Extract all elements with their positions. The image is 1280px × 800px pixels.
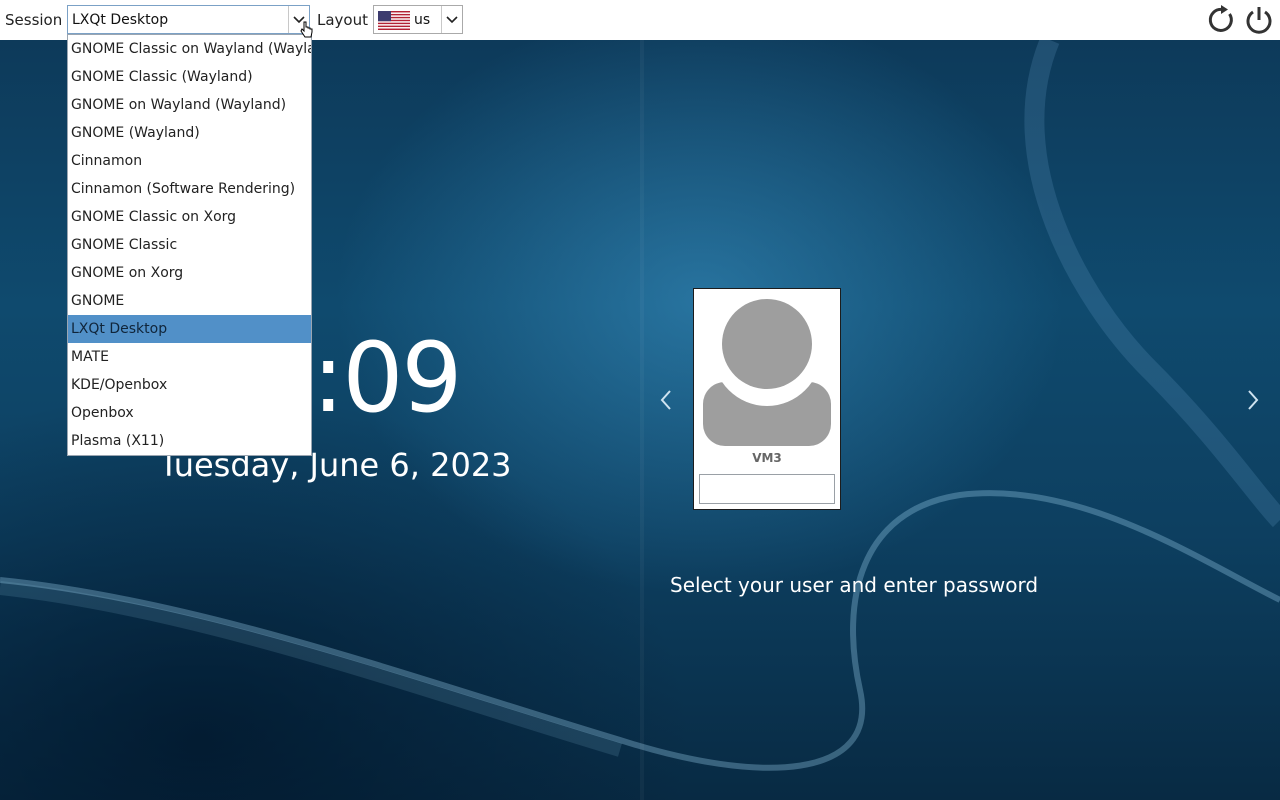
layout-select[interactable]: us xyxy=(373,5,463,34)
chevron-left-icon xyxy=(660,390,671,410)
session-option[interactable]: LXQt Desktop xyxy=(68,315,311,343)
user-name: VM3 xyxy=(752,451,782,465)
layout-label: Layout xyxy=(317,11,368,29)
user-card[interactable]: VM3 xyxy=(693,288,841,510)
password-field[interactable] xyxy=(699,474,835,504)
session-option[interactable]: GNOME on Wayland (Wayland) xyxy=(68,91,311,119)
session-option[interactable]: Plasma (X11) xyxy=(68,427,311,455)
session-option[interactable]: Cinnamon (Software Rendering) xyxy=(68,175,311,203)
restart-icon xyxy=(1208,5,1233,32)
hand-cursor-icon xyxy=(300,21,313,38)
session-option[interactable]: GNOME Classic (Wayland) xyxy=(68,63,311,91)
chevron-down-icon[interactable] xyxy=(441,6,462,33)
session-dropdown-list: GNOME Classic on Wayland (Wayland)GNOME … xyxy=(67,34,312,456)
session-option[interactable]: GNOME Classic xyxy=(68,231,311,259)
session-label: Session xyxy=(5,11,63,29)
session-option[interactable]: MATE xyxy=(68,343,311,371)
session-option[interactable]: Cinnamon xyxy=(68,147,311,175)
restart-button[interactable] xyxy=(1206,4,1238,36)
session-option[interactable]: GNOME xyxy=(68,287,311,315)
next-user-button[interactable] xyxy=(1245,388,1261,412)
session-option[interactable]: KDE/Openbox xyxy=(68,371,311,399)
session-option[interactable]: GNOME Classic on Wayland (Wayland) xyxy=(68,35,311,63)
login-hint: Select your user and enter password xyxy=(670,573,1039,597)
previous-user-button[interactable] xyxy=(658,388,674,412)
avatar-icon xyxy=(703,298,831,446)
chevron-right-icon xyxy=(1248,390,1259,410)
clock-time: :09 xyxy=(312,322,462,434)
session-option[interactable]: GNOME (Wayland) xyxy=(68,119,311,147)
power-button[interactable] xyxy=(1243,4,1275,36)
session-option[interactable]: GNOME on Xorg xyxy=(68,259,311,287)
session-option[interactable]: GNOME Classic on Xorg xyxy=(68,203,311,231)
session-select-value: LXQt Desktop xyxy=(72,12,169,28)
power-icon xyxy=(1246,7,1272,34)
us-flag-icon xyxy=(378,11,410,30)
layout-select-value: us xyxy=(414,12,431,28)
session-option[interactable]: Openbox xyxy=(68,399,311,427)
session-select[interactable]: LXQt Desktop xyxy=(67,5,310,34)
